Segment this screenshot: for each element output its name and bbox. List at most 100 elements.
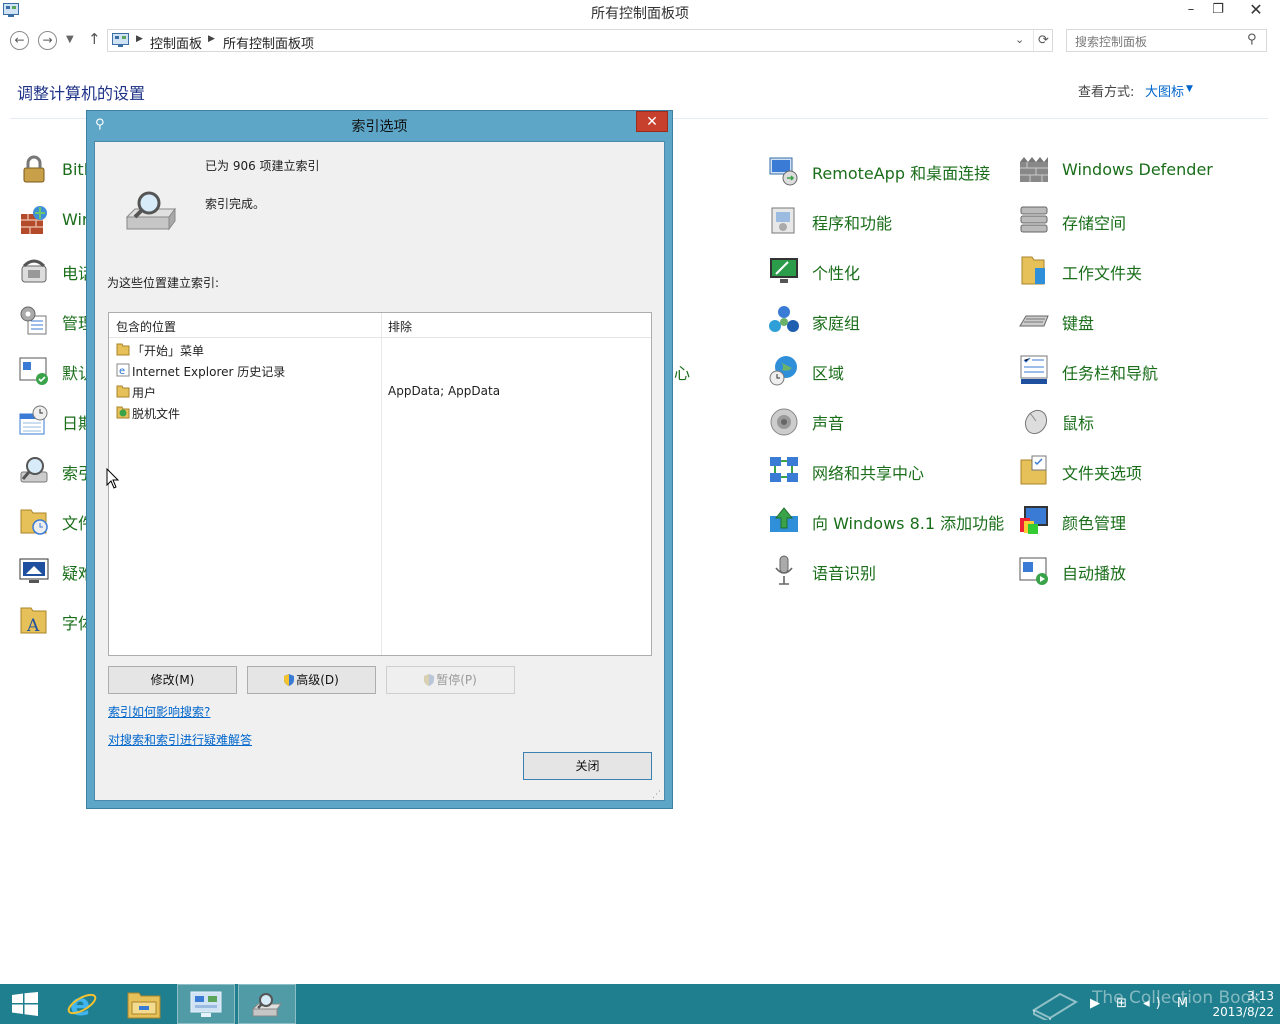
cp-item-date-time[interactable]: 日期 xyxy=(18,400,94,440)
indexing-drive-icon xyxy=(125,191,176,231)
cp-item-speech-recognition[interactable]: 语音识别 xyxy=(768,550,1008,590)
breadcrumb-separator-icon[interactable]: ▶ xyxy=(208,34,215,44)
cp-item-label: 颜色管理 xyxy=(1062,514,1127,533)
close-window-button[interactable]: ✕ xyxy=(1232,0,1280,22)
clock-time: 3:13 xyxy=(1247,989,1274,1003)
cp-item-work-folders[interactable]: 工作文件夹 xyxy=(1018,250,1268,290)
cp-item-region[interactable]: 区域 xyxy=(768,350,1008,390)
cp-item-label: 家庭组 xyxy=(812,314,861,333)
cp-item-troubleshooting[interactable]: 疑难 xyxy=(18,550,94,590)
cp-item-indexing-options[interactable]: 索引 xyxy=(18,450,94,490)
keyboard-icon xyxy=(1019,315,1049,327)
column-header-included[interactable]: 包含的位置 xyxy=(116,318,176,335)
cp-item-network-sharing[interactable]: 网络和共享中心 xyxy=(768,450,1008,490)
phone-icon xyxy=(21,259,47,283)
breadcrumb-separator-icon[interactable]: ▶ xyxy=(136,34,143,44)
advanced-button[interactable]: 高级(D) xyxy=(247,666,376,694)
taskbar-control-panel[interactable] xyxy=(177,984,235,1024)
list-item[interactable]: 「开始」菜单 xyxy=(109,340,651,361)
cp-item-file-history[interactable]: 文件 xyxy=(18,500,94,540)
cp-item-fonts[interactable]: A 字体 xyxy=(18,600,94,640)
location-name: 用户 xyxy=(132,386,157,400)
maximize-button[interactable]: ❐ xyxy=(1205,0,1231,22)
cp-item-personalization[interactable]: 个性化 xyxy=(768,250,1008,290)
taskbar-clock[interactable]: 3:13 2013/8/22 xyxy=(1196,988,1274,1020)
resize-grip-icon[interactable]: ⋰ xyxy=(652,790,661,800)
navigation-bar: ← → ▼ ↑ ▶ 控制面板 ▶ 所有控制面板项 ⌄ ⟳ 搜索控制面板 ⚲ xyxy=(0,26,1280,54)
back-button[interactable]: ← xyxy=(10,31,29,50)
cp-item-label: 键盘 xyxy=(1062,314,1095,333)
cp-item-autoplay[interactable]: 自动播放 xyxy=(1018,550,1268,590)
homegroup-icon xyxy=(769,306,799,332)
work-folders-icon xyxy=(1021,256,1045,285)
cp-item-label: 语音识别 xyxy=(812,564,877,583)
cp-item-windows-defender[interactable]: Windows Defender xyxy=(1018,150,1268,190)
cp-item-phone-modem[interactable]: 电话 xyxy=(18,250,94,290)
modify-button[interactable]: 修改(M) xyxy=(108,666,237,694)
cp-item-label: 自动播放 xyxy=(1062,564,1127,583)
cp-item-label: 向 Windows 8.1 添加功能 xyxy=(812,514,1005,533)
cp-item-color-management[interactable]: 颜色管理 xyxy=(1018,500,1268,540)
search-input[interactable]: 搜索控制面板 ⚲ xyxy=(1066,29,1267,52)
minimize-button[interactable]: – xyxy=(1178,0,1204,22)
programs-features-icon xyxy=(771,207,795,234)
refresh-button[interactable]: ⟳ xyxy=(1033,30,1053,51)
modify-button-label: 修改(M) xyxy=(150,673,195,687)
cp-item-label: 工作文件夹 xyxy=(1062,264,1143,283)
pause-button[interactable]: 暂停(P) xyxy=(386,666,515,694)
view-by-caret-icon[interactable]: ▼ xyxy=(1186,84,1193,94)
mouse-icon xyxy=(1024,409,1048,435)
cp-item-programs-features[interactable]: 程序和功能 xyxy=(768,200,1008,240)
troubleshoot-search-link[interactable]: 对搜索和索引进行疑难解答 xyxy=(108,731,252,748)
cp-item-add-features[interactable]: 向 Windows 8.1 添加功能 xyxy=(768,500,1008,540)
cp-item-admin-tools[interactable]: 管理 xyxy=(18,300,94,340)
troubleshooting-icon xyxy=(19,558,49,583)
list-item[interactable]: 脱机文件 xyxy=(109,403,651,424)
up-button[interactable]: ↑ xyxy=(88,30,101,48)
breadcrumb-control-panel[interactable]: 控制面板 xyxy=(150,33,202,52)
pause-button-label: 暂停(P) xyxy=(436,673,477,687)
forward-button[interactable]: → xyxy=(38,31,57,50)
address-dropdown-icon[interactable]: ⌄ xyxy=(1015,33,1024,46)
cp-item-label: Wir xyxy=(62,210,89,229)
list-item[interactable]: 用户 AppData; AppData xyxy=(109,382,651,403)
cp-item-homegroup[interactable]: 家庭组 xyxy=(768,300,1008,340)
cp-item-keyboard[interactable]: 键盘 xyxy=(1018,300,1268,340)
window-title: 所有控制面板项 xyxy=(591,6,689,22)
cp-item-folder-options[interactable]: 文件夹选项 xyxy=(1018,450,1268,490)
cp-item-bitlocker[interactable]: Bitl xyxy=(18,150,88,190)
cp-item-taskbar-navigation[interactable]: 任务栏和导航 xyxy=(1018,350,1268,390)
cp-item-sound[interactable]: 声音 xyxy=(768,400,1008,440)
cp-item-storage-spaces[interactable]: 存储空间 xyxy=(1018,200,1268,240)
list-item[interactable]: e Internet Explorer 历史记录 xyxy=(109,361,651,382)
cp-item-label: 声音 xyxy=(812,414,845,433)
cp-item-windows-firewall[interactable]: Wir xyxy=(18,200,89,240)
address-bar[interactable]: ▶ 控制面板 ▶ 所有控制面板项 ⌄ ⟳ xyxy=(107,29,1053,52)
start-button[interactable] xyxy=(0,984,58,1024)
close-button[interactable]: 关闭 xyxy=(523,752,652,780)
recent-locations-dropdown[interactable]: ▼ xyxy=(66,34,74,45)
admin-tools-icon xyxy=(20,306,47,335)
cp-item-mouse[interactable]: 鼠标 xyxy=(1018,400,1268,440)
view-by-dropdown[interactable]: 大图标 xyxy=(1145,81,1184,100)
taskbar-internet-explorer[interactable]: e xyxy=(54,984,112,1024)
indexed-locations-list[interactable]: 包含的位置 排除 「开始」菜单 e Internet Explorer 历史记录… xyxy=(108,312,652,656)
breadcrumb-all-items[interactable]: 所有控制面板项 xyxy=(223,33,314,52)
search-icon[interactable]: ⚲ xyxy=(1247,32,1257,47)
taskbar-indexing-options[interactable] xyxy=(238,984,296,1024)
svg-text:e: e xyxy=(119,366,125,377)
microphone-icon xyxy=(775,555,793,585)
column-header-excluded[interactable]: 排除 xyxy=(388,318,412,335)
taskbar-file-explorer[interactable] xyxy=(116,984,174,1024)
clock-date: 2013/8/22 xyxy=(1212,1005,1274,1019)
dialog-close-button[interactable]: ✕ xyxy=(636,111,668,132)
cp-item-remoteapp[interactable]: RemoteApp 和桌面连接 xyxy=(768,150,1008,190)
system-tray-icons[interactable]: ▶ ⊞ ◂) M xyxy=(1090,996,1194,1011)
how-indexing-affects-search-link[interactable]: 索引如何影响搜索? xyxy=(108,703,210,720)
indexing-options-dialog: ⚲ 索引选项 ✕ 已为 906 项建立索引 索引完成。 为这些位置建立索引: 包… xyxy=(86,110,673,809)
control-panel-icon xyxy=(112,33,129,47)
search-placeholder: 搜索控制面板 xyxy=(1075,35,1148,49)
cp-item-default-programs[interactable]: 默认 xyxy=(18,350,94,390)
cp-item-label: Windows Defender xyxy=(1062,160,1213,179)
cp-item-partial-label[interactable]: 心 xyxy=(674,360,690,384)
